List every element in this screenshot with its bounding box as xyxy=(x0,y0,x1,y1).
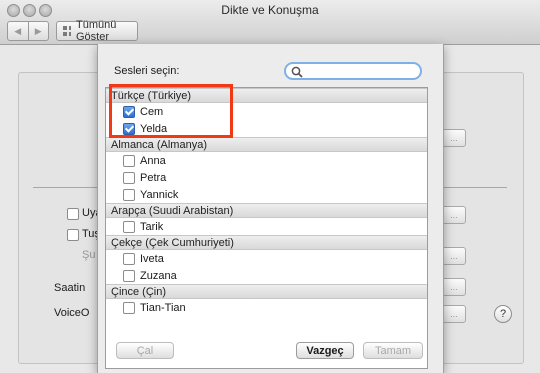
voice-row[interactable]: Tian-Tian xyxy=(106,299,427,316)
voice-row[interactable]: Petra xyxy=(106,169,427,186)
bg-ellipsis-button-4[interactable]: ... xyxy=(442,278,466,296)
search-field[interactable] xyxy=(284,62,422,80)
grid-icon xyxy=(63,26,71,36)
choose-voices-label: Sesleri seçin: xyxy=(114,65,180,77)
voice-group-header: Türkçe (Türkiye) xyxy=(106,88,427,103)
voice-name-label: Anna xyxy=(140,154,166,167)
voice-row[interactable]: Yelda xyxy=(106,120,427,137)
voice-checkbox[interactable] xyxy=(123,252,135,265)
voice-name-label: Yelda xyxy=(140,122,168,135)
bg-checkbox-1[interactable] xyxy=(67,208,79,220)
voice-group-header: Almanca (Almanya) xyxy=(106,137,427,152)
bg-ellipsis-button-5[interactable]: ... xyxy=(442,305,466,323)
voice-checkbox[interactable] xyxy=(123,301,135,314)
voice-list[interactable]: Türkçe (Türkiye) Cem Yelda Almanca (Almanya… xyxy=(105,87,428,369)
help-button[interactable]: ? xyxy=(494,305,512,323)
voice-name-label: Cem xyxy=(140,105,164,118)
voice-row[interactable]: Anna xyxy=(106,152,427,169)
ok-button[interactable]: Tamam xyxy=(363,342,423,359)
voice-row[interactable]: Tarik xyxy=(106,218,427,235)
show-all-label: Tümünü Göster xyxy=(75,19,117,43)
bg-label-saatin: Saatin xyxy=(54,282,86,294)
show-all-button[interactable]: Tümünü Göster xyxy=(56,19,138,43)
voice-checkbox[interactable] xyxy=(123,105,135,118)
voice-checkbox[interactable] xyxy=(123,269,135,282)
voice-name-label: Yannick xyxy=(140,188,179,201)
voice-group-header: Arapça (Suudi Arabistan) xyxy=(106,203,427,218)
bg-checkbox-2[interactable] xyxy=(67,229,79,241)
voice-checkbox[interactable] xyxy=(123,154,135,167)
voice-group-header: Çince (Çin) xyxy=(106,284,427,299)
bg-ellipsis-button-2[interactable]: ... xyxy=(442,206,466,224)
voice-name-label: Petra xyxy=(140,171,167,184)
play-button[interactable]: Çal xyxy=(116,342,174,359)
voice-row[interactable]: Cem xyxy=(106,103,427,120)
voice-checkbox[interactable] xyxy=(123,220,135,233)
bg-ellipsis-button-1[interactable]: ... xyxy=(442,129,466,147)
voice-row[interactable]: Yannick xyxy=(106,186,427,203)
bg-ellipsis-button-3[interactable]: ... xyxy=(442,247,466,265)
voice-name-label: Iveta xyxy=(140,252,164,265)
voice-checkbox[interactable] xyxy=(123,171,135,184)
voice-name-label: Zuzana xyxy=(140,269,177,282)
bg-dim-label: Şu xyxy=(82,249,96,261)
window-title: Dikte ve Konuşma xyxy=(221,3,319,17)
voice-group-header: Çekçe (Çek Cumhuriyeti) xyxy=(106,235,427,250)
cancel-button[interactable]: Vazgeç xyxy=(296,342,354,359)
voice-checkbox[interactable] xyxy=(123,122,135,135)
search-icon xyxy=(291,66,303,78)
voice-row[interactable]: Zuzana xyxy=(106,267,427,284)
voice-name-label: Tarik xyxy=(140,220,164,233)
voice-selection-sheet: Sesleri seçin: Türkçe (Türkiye) Cem Yelda A… xyxy=(97,44,444,373)
voice-row[interactable]: Iveta xyxy=(106,250,427,267)
voice-name-label: Tian-Tian xyxy=(140,301,186,314)
voice-checkbox[interactable] xyxy=(123,188,135,201)
title-bar: Dikte ve Konuşma ◀ ▶ Tümünü Göster xyxy=(0,0,540,45)
back-arrow-icon[interactable]: ◀ xyxy=(8,22,29,40)
bg-label-voiceover: VoiceO xyxy=(54,307,90,319)
forward-arrow-icon[interactable]: ▶ xyxy=(29,22,49,40)
nav-segment: ◀ ▶ xyxy=(7,21,49,41)
